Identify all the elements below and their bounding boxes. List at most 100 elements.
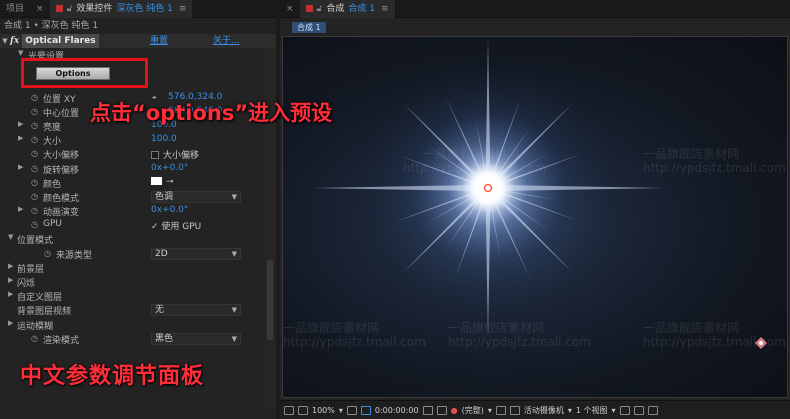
bg-layer-visibility-dropdown[interactable]: 无 ▼ [151,304,241,317]
stopwatch-icon[interactable]: ◷ [31,206,38,215]
display-icon[interactable] [298,405,308,415]
comp-navigator-chip[interactable]: 合成 1 [292,22,326,33]
snapshot-icon[interactable] [284,405,294,415]
value-animation-evolution[interactable]: 0x+0.0° [151,205,188,215]
label-center: 中心位置 [43,108,80,119]
gpu-checkbox[interactable]: ✓ 使用 GPU [151,219,201,232]
checkmark-icon[interactable]: ✓ [151,222,161,232]
stopwatch-icon[interactable]: ◷ [31,107,38,116]
effect-header[interactable]: ▼ fx Optical Flares 重置 关于... [0,34,276,48]
toggle-pixel-aspect-icon[interactable] [619,405,630,415]
value-scale[interactable]: 100.0 [151,134,177,144]
resolution-dropdown[interactable]: (完整) [462,405,484,416]
fast-preview-icon[interactable] [633,405,644,415]
stopwatch-icon[interactable]: ◷ [44,249,51,258]
annotation-middle: 点击“options”进入预设 [90,101,333,125]
row-rotation-offset: ▶ ◷ 旋转偏移 0x+0.0° [0,162,264,176]
expand-triangle-icon[interactable]: ▶ [8,290,13,298]
show-snapshot-icon[interactable] [436,405,447,415]
effect-controls-panel: 项目 × 🔓︎ 效果控件 深灰色 纯色 1 ≡ 合成 1 • 深灰色 纯色 1 ▼ f… [0,0,276,419]
color-swatch[interactable] [151,176,162,185]
row-foreground-layers[interactable]: ▶ 前景层 [0,261,264,275]
label-position-mode: 位置模式 [17,236,54,247]
expand-triangle-icon[interactable]: ▼ [0,34,10,48]
tab-layer-name: 深灰色 纯色 1 [116,3,173,14]
chevron-down-icon[interactable]: ▾ [339,406,343,415]
camera-snapshot-icon[interactable] [422,405,433,415]
tab-composition[interactable]: 🔓︎ 合成 合成 1 ≡ [299,0,395,18]
chevron-down-icon[interactable]: ▾ [612,406,616,415]
expand-triangle-icon[interactable]: ▶ [18,120,23,128]
camera-dropdown[interactable]: 活动摄像机 [524,405,564,416]
expand-triangle-icon[interactable]: ▼ [18,49,23,57]
row-custom-layers[interactable]: ▶ 自定义图层 [0,289,264,303]
safe-zone-icon[interactable] [360,405,371,415]
views-dropdown[interactable]: 1 个视图 [576,405,608,416]
checkbox-icon[interactable] [151,151,159,160]
expand-triangle-icon[interactable]: ▼ [8,233,13,241]
composition-viewer[interactable]: 一品旗舰店素材网 一品旗舰店素材网 http://ypdsjfz.tmall.c… [282,36,788,398]
zoom-dropdown[interactable]: 100% [312,406,335,415]
stopwatch-icon[interactable]: ◷ [31,334,38,343]
label-color: 颜色 [43,179,62,190]
region-of-interest-icon[interactable] [495,405,506,415]
tab-effect-controls[interactable]: 🔓︎ 效果控件 深灰色 纯色 1 ≡ [49,0,193,18]
stopwatch-icon[interactable]: ◷ [31,220,38,229]
row-gpu: ◷ GPU ✓ 使用 GPU [0,218,264,232]
row-motion-blur[interactable]: ▶ 运动模糊 [0,318,264,332]
row-flicker[interactable]: ▶ 闪烁 [0,275,264,289]
expand-triangle-icon[interactable]: ▶ [8,276,13,284]
transparency-grid-icon[interactable] [509,405,520,415]
color-picker[interactable]: ⊸ [151,176,174,187]
row-bg-layer-visibility: 背景图层视频 无 ▼ [0,303,264,317]
expand-triangle-icon[interactable]: ▶ [8,319,13,327]
about-link[interactable]: 关于... [213,34,240,48]
expand-triangle-icon[interactable]: ▶ [8,262,13,270]
scrollbar-thumb[interactable] [267,260,273,340]
stopwatch-icon[interactable]: ◷ [31,135,38,144]
grid-icon[interactable] [346,405,357,415]
chevron-down-icon: ▼ [231,334,237,343]
label-custom-layers: 自定义图层 [17,293,63,304]
property-list: ▼ 光晕设置 ◷ 位置 XY ⌖ 576.0,324.0 ◷ 中心位置 960.… [0,48,264,346]
tab-close-icon[interactable]: × [30,0,50,18]
label-rotation-offset: 旋转偏移 [43,165,80,176]
stopwatch-icon[interactable]: ◷ [31,178,38,187]
timecode[interactable]: 0:00:00:00 [375,406,419,415]
panel-menu-icon[interactable]: ≡ [381,4,389,14]
source-type-dropdown[interactable]: 2D ▼ [151,247,241,260]
panel-menu-icon[interactable]: ≡ [179,4,187,14]
tab-close-icon[interactable]: × [280,0,300,18]
lens-flare [313,38,767,349]
chevron-down-icon[interactable]: ▾ [488,406,492,415]
row-position-mode[interactable]: ▼ 位置模式 [0,232,264,246]
label-color-mode: 颜色模式 [43,193,80,204]
fx-icon[interactable]: fx [10,34,19,48]
row-scale-offset: ◷ 大小偏移 大小偏移 [0,147,264,161]
scale-offset-checkbox[interactable]: 大小偏移 [151,148,199,161]
row-color: ◷ 颜色 ⊸ [0,176,264,190]
label-gpu: GPU [43,219,62,230]
flare-marker-icon[interactable] [755,337,767,349]
stopwatch-icon[interactable]: ◷ [31,149,38,158]
expand-triangle-icon[interactable]: ▶ [18,163,23,171]
timeline-icon[interactable] [647,405,658,415]
row-source-type: ◷ 来源类型 2D ▼ [0,247,264,261]
chevron-down-icon[interactable]: ▾ [568,406,572,415]
stopwatch-icon[interactable]: ◷ [31,121,38,130]
eyedropper-icon[interactable]: ⊸ [166,177,174,187]
lock-icon: 🔓︎ [316,3,323,14]
tab-project[interactable]: 项目 [0,0,30,18]
render-mode-dropdown[interactable]: 黑色 ▼ [151,332,241,345]
stopwatch-icon[interactable]: ◷ [31,93,38,102]
color-mode-dropdown[interactable]: 色调 ▼ [151,190,241,203]
reset-link[interactable]: 重置 [150,34,168,48]
stopwatch-icon[interactable]: ◷ [31,192,38,201]
expand-triangle-icon[interactable]: ▶ [18,134,23,142]
value-rotation-offset[interactable]: 0x+0.0° [151,163,188,173]
color-channel-icon[interactable]: ● [451,406,458,415]
row-render-mode: ◷ 渲染模式 黑色 ▼ [0,332,264,346]
stopwatch-icon[interactable]: ◷ [31,164,38,173]
expand-triangle-icon[interactable]: ▶ [18,205,23,213]
label-render-mode: 渲染模式 [43,335,80,346]
